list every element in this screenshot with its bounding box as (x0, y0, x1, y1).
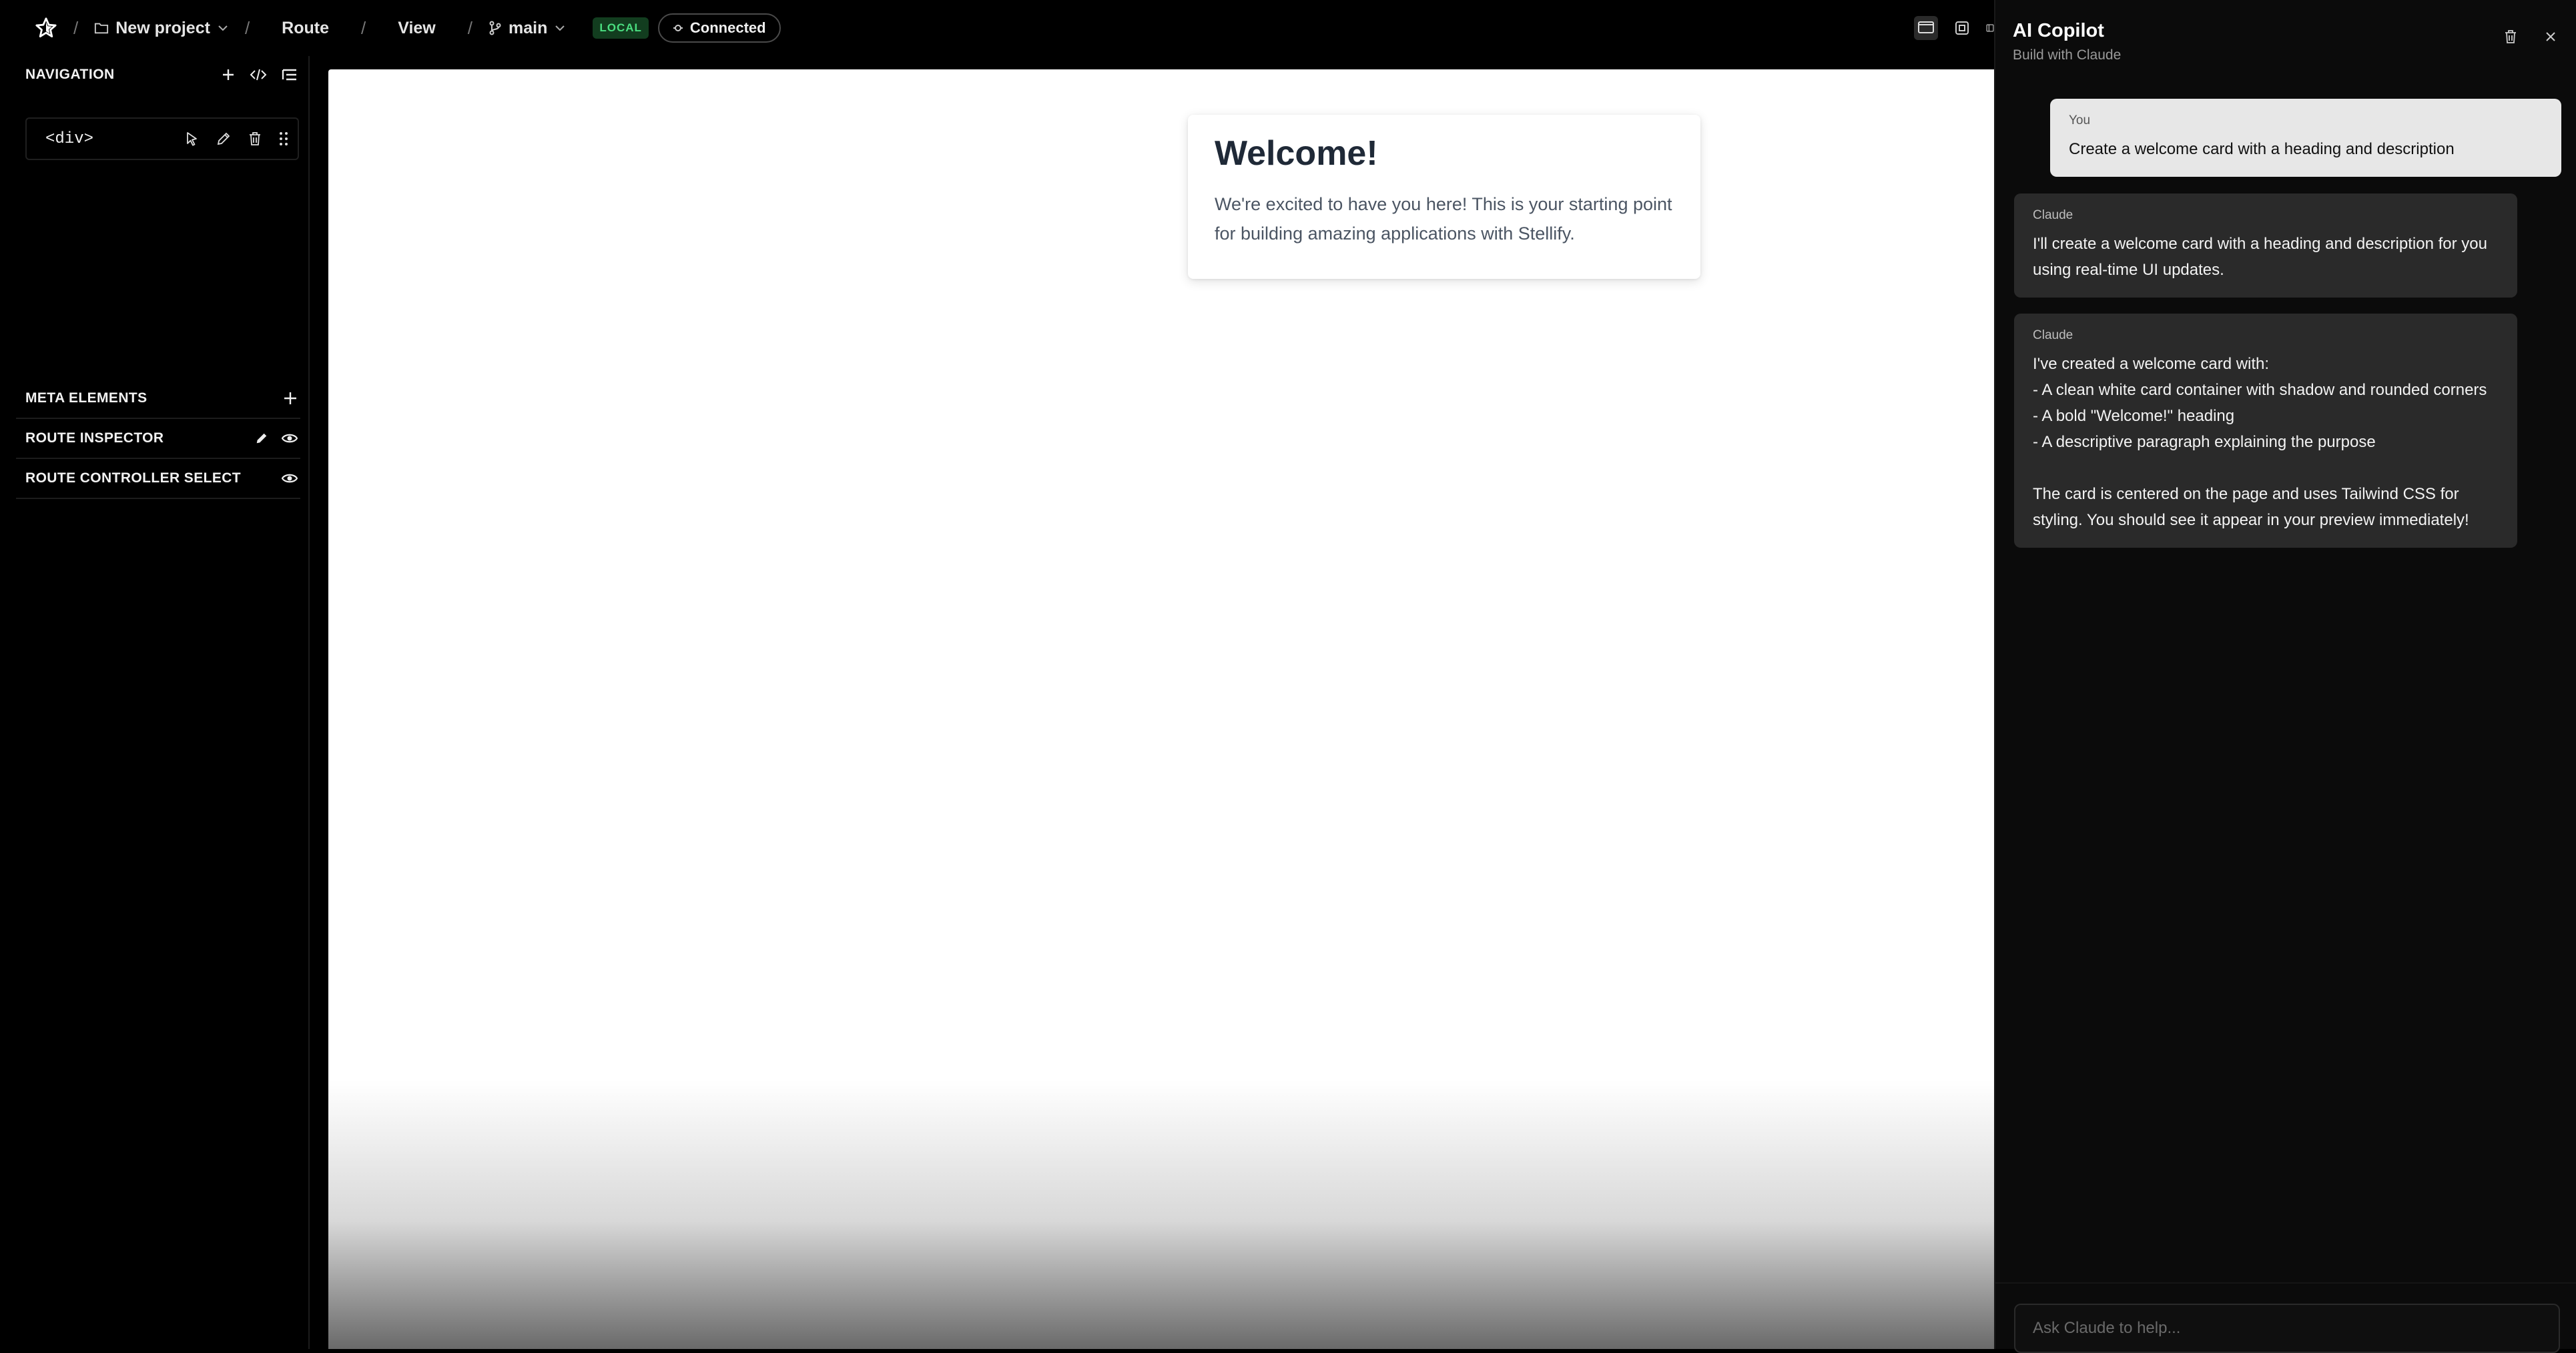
eye-icon[interactable] (282, 432, 298, 445)
message-author: Claude (2033, 328, 2073, 342)
list-tree-icon[interactable] (282, 68, 298, 81)
ai-copilot-panel: AI Copilot Build with Claude You Create … (1994, 0, 2576, 1353)
breadcrumb-route[interactable]: Route (282, 19, 329, 38)
chat-message-assistant: Claude I've created a welcome card with:… (2014, 314, 2517, 548)
route-inspector-row[interactable]: ROUTE INSPECTOR (16, 419, 300, 459)
meta-elements-row[interactable]: META ELEMENTS (16, 379, 300, 419)
folder-icon (94, 21, 109, 35)
plug-icon (673, 23, 683, 33)
trash-icon[interactable] (2504, 29, 2517, 44)
chevron-down-icon (554, 24, 566, 32)
project-name: New project (115, 18, 210, 37)
breadcrumb-separator: / (467, 17, 472, 38)
welcome-card-description: We're excited to have you here! This is … (1215, 194, 1672, 244)
message-author: Claude (2033, 208, 2073, 222)
copilot-subtitle: Build with Claude (2013, 47, 2122, 63)
message-text: I've created a welcome card with: - A cl… (2033, 355, 2487, 529)
view-mode-toolbar (1914, 16, 1994, 40)
welcome-card[interactable]: Welcome! We're excited to have you here!… (1188, 115, 1700, 279)
top-bar: / New project / Route / View / main LOCA… (0, 0, 1994, 56)
star-logo-icon[interactable] (35, 17, 57, 39)
navigation-title: NAVIGATION (25, 67, 115, 82)
chat-message-assistant: Claude I'll create a welcome card with a… (2014, 193, 2517, 298)
connection-status[interactable]: Connected (657, 13, 781, 43)
desktop-view-icon[interactable] (1914, 16, 1938, 40)
cursor-select-icon[interactable] (186, 131, 199, 146)
project-selector[interactable]: New project (94, 19, 229, 38)
copilot-title: AI Copilot (2013, 20, 2104, 41)
route-inspector-label: ROUTE INSPECTOR (25, 430, 164, 446)
trash-icon[interactable] (248, 131, 262, 146)
route-controller-select-row[interactable]: ROUTE CONTROLLER SELECT (16, 459, 300, 499)
branch-selector[interactable]: main (489, 19, 566, 38)
copilot-header: AI Copilot Build with Claude (2013, 20, 2121, 63)
preview-canvas[interactable]: Welcome! We're excited to have you here!… (328, 69, 1994, 1349)
git-branch-icon (489, 20, 502, 36)
welcome-card-heading: Welcome! (1215, 134, 1378, 173)
meta-elements-label: META ELEMENTS (25, 390, 147, 406)
chevron-down-icon (217, 24, 229, 32)
drag-handle-icon[interactable] (279, 131, 288, 146)
breadcrumb-separator: / (244, 17, 250, 38)
chat-input-area (1995, 1282, 2576, 1353)
chat-message-user: You Create a welcome card with a heading… (2050, 99, 2561, 177)
close-icon[interactable] (2544, 29, 2557, 44)
element-tree-node[interactable]: <div> (25, 117, 299, 160)
fit-view-icon[interactable] (1950, 16, 1974, 40)
add-icon[interactable] (283, 391, 298, 406)
chat-input[interactable] (2014, 1304, 2560, 1353)
pencil-icon[interactable] (216, 131, 231, 146)
pencil-icon[interactable] (255, 432, 268, 445)
message-author: You (2069, 113, 2091, 127)
env-badge: LOCAL (593, 17, 649, 39)
navigation-header: NAVIGATION (0, 56, 308, 93)
message-text: I'll create a welcome card with a headin… (2033, 235, 2487, 279)
meta-sections: META ELEMENTS ROUTE INSPECTOR ROUTE CONT… (0, 379, 310, 499)
message-text: Create a welcome card with a heading and… (2069, 140, 2455, 158)
branch-name: main (509, 18, 548, 37)
breadcrumb-separator: / (73, 17, 79, 38)
eye-icon[interactable] (282, 472, 298, 484)
split-view-icon[interactable] (1986, 16, 1994, 40)
breadcrumb-view[interactable]: View (398, 19, 436, 38)
code-icon[interactable] (250, 68, 267, 81)
breadcrumb-separator: / (361, 17, 366, 38)
connection-status-label: Connected (689, 19, 766, 36)
left-sidebar: NAVIGATION <div> META ELEMENTS ROUTE INS… (0, 56, 310, 1349)
copilot-actions (2504, 29, 2557, 44)
add-icon[interactable] (222, 68, 235, 81)
node-tag-label: <div> (45, 129, 94, 148)
route-controller-select-label: ROUTE CONTROLLER SELECT (25, 470, 242, 486)
